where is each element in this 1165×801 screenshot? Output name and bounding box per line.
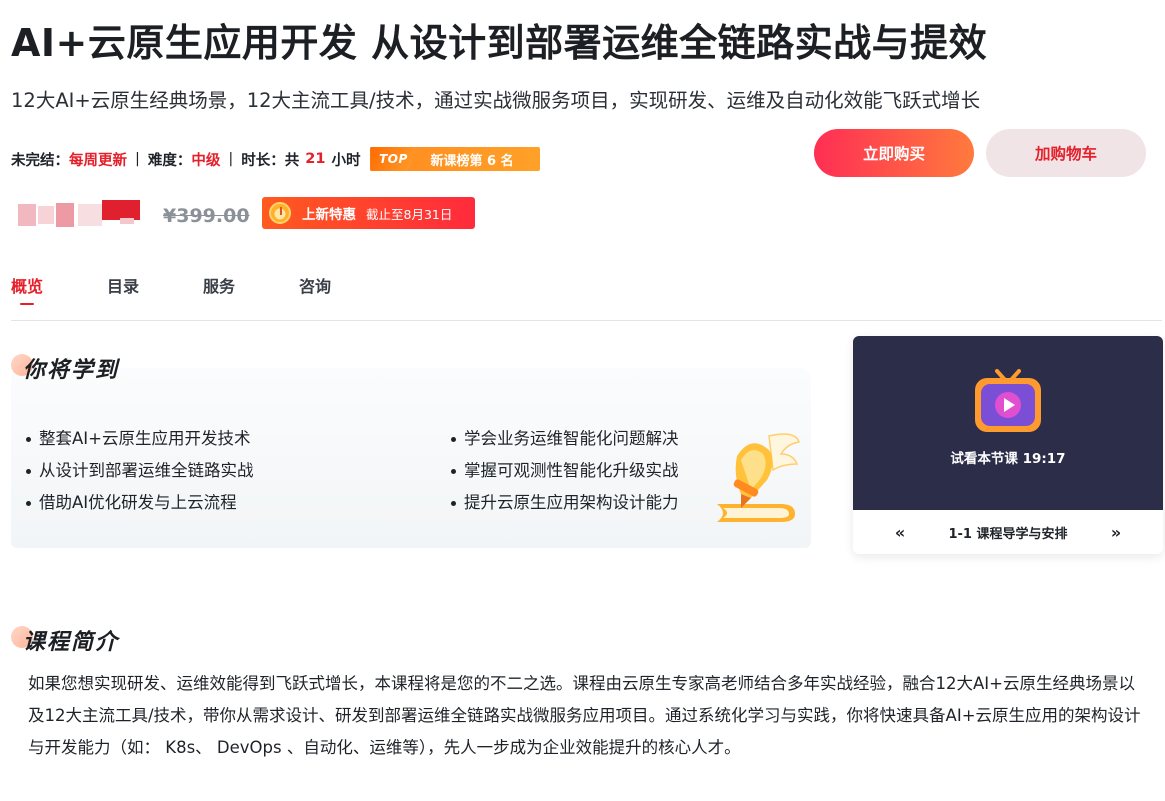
intro-section-header: 课程简介: [11, 624, 119, 656]
learn-item: 掌握可观测性智能化升级实战: [448, 455, 679, 487]
learn-item: 提升云原生应用架构设计能力: [448, 487, 679, 519]
tv-play-icon[interactable]: [973, 368, 1043, 434]
buy-now-button[interactable]: 立即购买: [814, 129, 974, 177]
learn-item: 从设计到部署运维全链路实战: [23, 455, 254, 487]
promo-label: 上新特惠: [302, 207, 356, 223]
learn-item: 借助AI优化研发与上云流程: [23, 487, 254, 519]
winged-pen-icon: [717, 433, 800, 522]
intro-section-title: 课程简介: [23, 630, 120, 655]
level-label: 难度：: [147, 152, 192, 169]
rank-top-tag: TOP: [370, 147, 417, 171]
learn-list-left: 整套AI+云原生应用开发技术 从设计到部署运维全链路实战 借助AI优化研发与上云…: [23, 423, 254, 519]
video-caption: 试看本节课 19:17: [950, 451, 1066, 467]
duration-unit: 小时: [331, 152, 361, 169]
learn-section-header: 你将学到: [11, 352, 119, 384]
rank-badge[interactable]: TOP 新课榜第 6 名: [370, 147, 541, 171]
tabs-divider: [11, 320, 1162, 321]
course-intro-text: 如果您想实现研发、运维效能得到飞跃式增长，本课程将是您的不二之选。课程由云原生专…: [28, 674, 1141, 757]
duration-value: 21: [305, 151, 326, 167]
tab-overview[interactable]: 概览: [11, 276, 43, 306]
course-meta: 未完结： 每周更新 | 难度： 中级 | 时长： 共 21 小时 TOP 新课榜…: [11, 146, 541, 172]
status-label: 未完结：: [11, 152, 69, 169]
rank-badge-text: 新课榜第 6 名: [430, 153, 514, 169]
next-lesson-button[interactable]: »: [1098, 523, 1134, 542]
alarm-clock-icon: [262, 197, 298, 229]
current-lesson-title[interactable]: 1-1 课程导学与安排: [918, 523, 1098, 542]
learn-card: 整套AI+云原生应用开发技术 从设计到部署运维全链路实战 借助AI优化研发与上云…: [11, 368, 811, 548]
learn-item: 整套AI+云原生应用开发技术: [23, 423, 254, 455]
tab-consult[interactable]: 咨询: [299, 276, 331, 306]
learn-list-right: 学会业务运维智能化问题解决 掌握可观测性智能化升级实战 提升云原生应用架构设计能…: [448, 423, 679, 519]
prev-lesson-button[interactable]: «: [882, 523, 918, 542]
learn-section-title: 你将学到: [23, 358, 120, 383]
tab-service[interactable]: 服务: [203, 276, 235, 306]
duration-label: 时长：: [241, 152, 285, 169]
level-value: 中级: [191, 152, 221, 169]
course-title: AI+云原生应用开发 从设计到部署运维全链路实战与提效: [11, 21, 988, 65]
status-value: 每周更新: [69, 152, 127, 169]
meta-separator: |: [228, 151, 234, 167]
duration-prefix: 共: [284, 152, 300, 169]
course-tabs: 概览 目录 服务 咨询: [11, 276, 395, 306]
learn-item: 学会业务运维智能化问题解决: [448, 423, 679, 455]
video-lesson-nav: « 1-1 课程导学与安排 »: [853, 510, 1163, 554]
video-preview-card: 试看本节课 19:17 « 1-1 课程导学与安排 »: [853, 336, 1163, 554]
video-preview-area[interactable]: 试看本节课 19:17: [853, 336, 1163, 510]
promo-badge: 上新特惠 截止至8月31日: [262, 197, 475, 229]
meta-separator: |: [135, 151, 140, 167]
promo-deadline: 截止至8月31日: [366, 206, 453, 222]
current-price-obscured: [16, 198, 142, 228]
course-subtitle: 12大AI+云原生经典场景，12大主流工具/技术，通过实战微服务项目，实现研发、…: [11, 89, 981, 112]
original-price: ¥399.00: [163, 205, 250, 227]
add-to-cart-button[interactable]: 加购物车: [986, 129, 1146, 177]
tab-catalog[interactable]: 目录: [107, 276, 139, 306]
